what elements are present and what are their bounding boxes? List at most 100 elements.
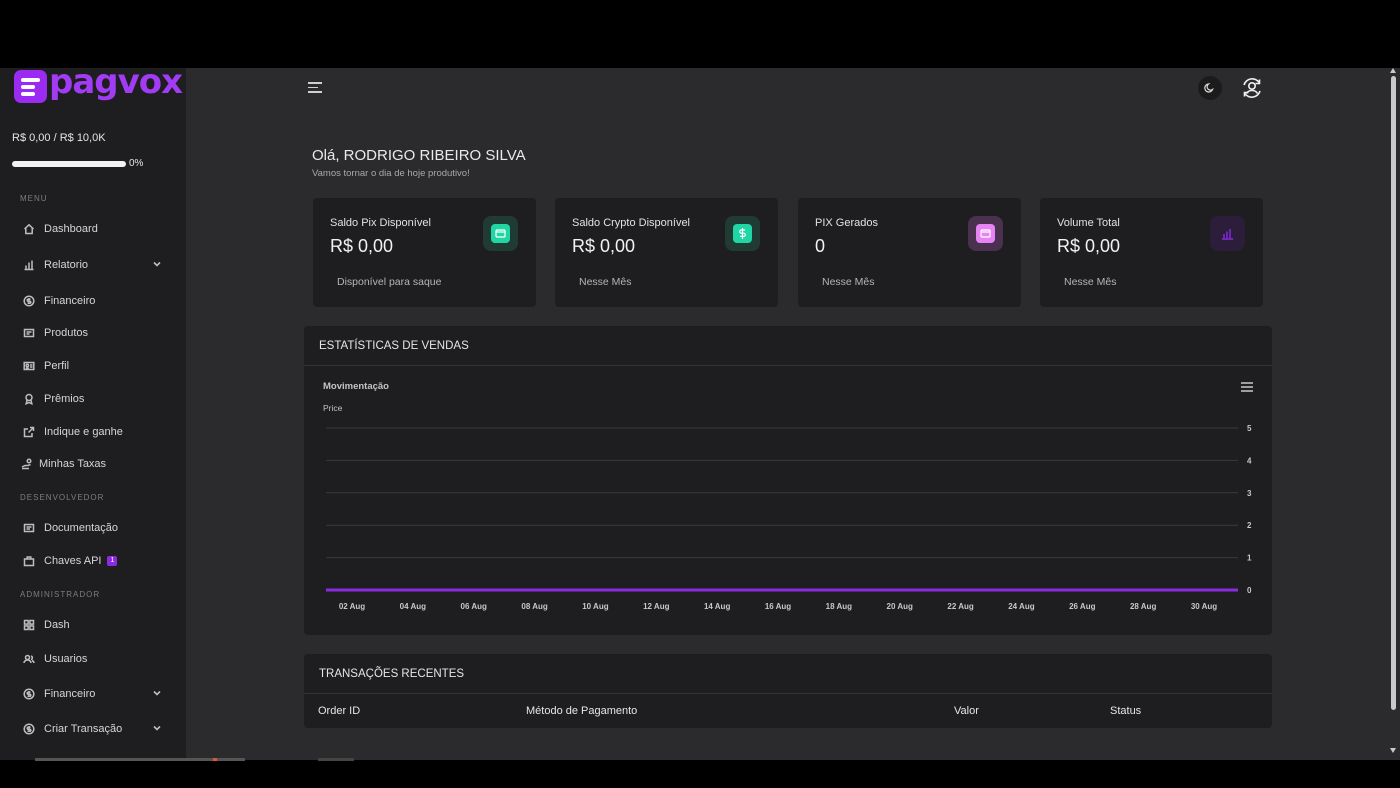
sales-stats-card: ESTATÍSTICAS DE VENDAS Movimentação Pric… <box>304 326 1272 635</box>
document-icon <box>22 521 36 535</box>
stat-title: Volume Total <box>1057 217 1120 229</box>
stat-value: R$ 0,00 <box>330 236 394 256</box>
bar-chart-icon <box>1218 224 1237 243</box>
sidebar-item-dash[interactable]: Dash <box>22 614 168 636</box>
sidebar-item-label: Perfil <box>44 360 70 372</box>
sidebar-item-documentacao[interactable]: Documentação <box>22 517 168 539</box>
sidebar-item-label: Prêmios <box>44 393 85 405</box>
stat-card-pix-balance: Saldo Pix Disponível R$ 0,00 Disponível … <box>313 198 536 307</box>
scroll-up-arrow[interactable] <box>1390 68 1396 73</box>
stat-value: 0 <box>815 236 826 256</box>
brand-name: pagvox <box>49 68 183 102</box>
sidebar-item-financeiro[interactable]: Financeiro <box>22 290 168 312</box>
stat-note: Nesse Mês <box>822 276 875 288</box>
stat-icon-box <box>725 216 760 251</box>
sidebar-item-produtos[interactable]: Produtos <box>22 322 168 344</box>
greeting-title: Olá, RODRIGO RIBEIRO SILVA <box>312 147 526 164</box>
sidebar-item-label: Minhas Taxas <box>39 458 107 470</box>
sidebar-item-admin-financeiro[interactable]: Financeiro <box>22 683 168 705</box>
x-tick-label: 26 Aug <box>1069 602 1095 611</box>
column-value[interactable]: Valor <box>954 705 979 717</box>
chevron-down-icon <box>152 688 164 700</box>
x-tick-label: 06 Aug <box>461 602 487 611</box>
stat-title: Saldo Pix Disponível <box>330 217 431 229</box>
x-tick-label: 18 Aug <box>826 602 852 611</box>
app-window: pagvox R$ 0,00 / R$ 10,0K 0% MENU Dashbo… <box>0 68 1400 760</box>
wallet-icon <box>491 224 510 243</box>
limit-progress-bar <box>12 161 126 167</box>
stat-title: Saldo Crypto Disponível <box>572 217 691 229</box>
column-status[interactable]: Status <box>1110 705 1141 717</box>
sidebar-item-criar-transacao[interactable]: Criar Transação <box>22 718 168 740</box>
dollar-circle-icon <box>22 687 36 701</box>
transactions-title: TRANSAÇÕES RECENTES <box>304 654 1272 694</box>
stat-icon-box <box>1210 216 1245 251</box>
sidebar-item-label: Dash <box>44 619 70 631</box>
users-icon <box>22 652 36 666</box>
sidebar-item-label: Financeiro <box>44 688 96 700</box>
user-menu-button[interactable] <box>1238 74 1266 102</box>
section-admin: ADMINISTRADOR <box>20 590 101 599</box>
sidebar-item-relatorio[interactable]: Relatorio <box>22 254 168 276</box>
grid-icon <box>22 618 36 632</box>
taskbar-indicator <box>213 758 217 761</box>
chevron-down-icon <box>152 723 164 735</box>
sidebar-item-taxas[interactable]: Minhas Taxas <box>20 453 166 475</box>
stat-note: Nesse Mês <box>579 276 632 288</box>
stat-card-total-volume: Volume Total R$ 0,00 Nesse Mês <box>1040 198 1263 307</box>
sidebar-item-dashboard[interactable]: Dashboard <box>22 218 168 240</box>
brand-logo[interactable]: pagvox <box>14 68 183 104</box>
column-order-id[interactable]: Order ID <box>318 705 360 717</box>
sidebar-item-label: Criar Transação <box>44 723 123 735</box>
stat-note: Nesse Mês <box>1064 276 1117 288</box>
y-tick-label: 2 <box>1247 521 1252 530</box>
sidebar-item-label: Produtos <box>44 327 89 339</box>
transactions-card: TRANSAÇÕES RECENTES Order ID Método de P… <box>304 654 1272 728</box>
box-icon <box>22 326 36 340</box>
bar-chart-icon <box>22 258 36 272</box>
stat-title: PIX Gerados <box>815 217 878 229</box>
screen-top-border <box>0 0 1400 68</box>
limit-percent: 0% <box>129 158 144 169</box>
y-tick-label: 1 <box>1247 554 1252 563</box>
sidebar-item-premios[interactable]: Prêmios <box>22 388 168 410</box>
dollar-icon <box>733 224 752 243</box>
y-tick-label: 3 <box>1247 489 1252 498</box>
theme-toggle-button[interactable] <box>1198 76 1222 100</box>
sidebar-item-label: Usuarios <box>44 653 88 665</box>
section-menu: MENU <box>20 194 48 203</box>
x-tick-label: 04 Aug <box>400 602 426 611</box>
sidebar-item-indique[interactable]: Indique e ganhe <box>22 421 168 443</box>
sidebar-item-perfil[interactable]: Perfil <box>22 355 168 377</box>
limit-text: R$ 0,00 / R$ 10,0K <box>12 132 106 144</box>
sidebar-item-chaves-api[interactable]: Chaves API 1 <box>22 550 168 572</box>
y-tick-label: 4 <box>1247 456 1252 465</box>
home-icon <box>22 222 36 236</box>
transactions-table-header: Order ID Método de Pagamento Valor Statu… <box>304 695 1272 727</box>
scroll-down-arrow[interactable] <box>1390 748 1396 753</box>
taskbar-item <box>318 758 354 761</box>
sidebar-item-label: Documentação <box>44 522 118 534</box>
x-tick-label: 24 Aug <box>1008 602 1034 611</box>
hamburger-icon[interactable] <box>308 82 322 94</box>
chevron-down-icon <box>152 259 164 271</box>
briefcase-icon <box>22 554 36 568</box>
x-tick-label: 28 Aug <box>1130 602 1156 611</box>
dollar-circle-icon <box>22 294 36 308</box>
column-payment-method[interactable]: Método de Pagamento <box>526 705 637 717</box>
dollar-circle-icon <box>22 722 36 736</box>
user-sync-icon <box>1243 78 1261 98</box>
y-tick-label: 5 <box>1247 424 1252 433</box>
sidebar-item-usuarios[interactable]: Usuarios <box>22 648 168 670</box>
moon-icon <box>1204 83 1214 93</box>
stat-icon-box <box>968 216 1003 251</box>
hand-coin-icon <box>20 457 34 471</box>
api-keys-badge: 1 <box>107 556 118 566</box>
page-scrollbar[interactable] <box>1388 68 1400 760</box>
sidebar-item-label: Relatorio <box>44 259 89 271</box>
greeting-subtitle: Vamos tornar o dia de hoje produtivo! <box>312 168 470 179</box>
x-tick-label: 02 Aug <box>339 602 365 611</box>
x-tick-label: 30 Aug <box>1191 602 1217 611</box>
scroll-thumb[interactable] <box>1391 76 1396 710</box>
section-dev: DESENVOLVEDOR <box>20 493 105 502</box>
